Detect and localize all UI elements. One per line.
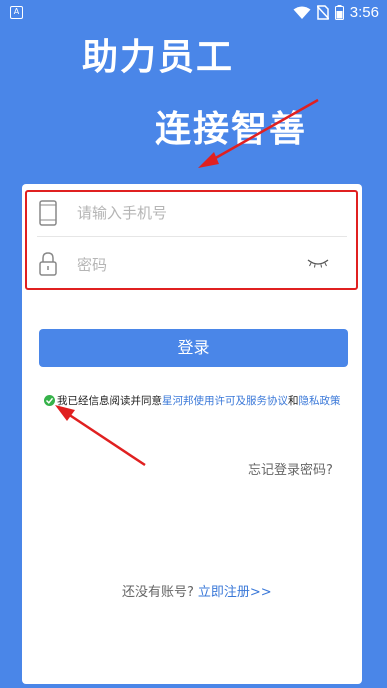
register-link[interactable]: 立即注册>> [198,585,272,600]
agreement-prefix: 我已经信息阅读并同意 [57,395,162,407]
forgot-password-link[interactable]: 忘记登录密码? [248,459,333,478]
license-agreement-link[interactable]: 星河邦使用许可及服务协议 [162,393,288,408]
checkbox-checked-icon[interactable] [44,395,55,406]
agreement-conjunction: 和 [288,395,299,407]
hero-title-line2: 连接智善 [155,109,308,150]
battery-icon [334,5,344,20]
status-icons: 3:56 [293,4,379,21]
annotation-highlight-box [25,190,358,290]
status-bar: A 3:56 [0,0,387,26]
login-button[interactable]: 登录 [39,329,348,367]
app-notification-icon: A [10,6,23,19]
agreement-row: 我已经信息阅读并同意 星河邦使用许可及服务协议 和 隐私政策 [44,393,341,408]
register-prompt: 还没有账号? [122,585,194,600]
wifi-icon [293,6,311,19]
register-row: 还没有账号? 立即注册>> [122,581,272,600]
hero-title-line1: 助力员工 [82,37,235,78]
no-sim-icon [316,5,329,20]
privacy-policy-link[interactable]: 隐私政策 [299,393,341,408]
status-time: 3:56 [349,4,379,21]
